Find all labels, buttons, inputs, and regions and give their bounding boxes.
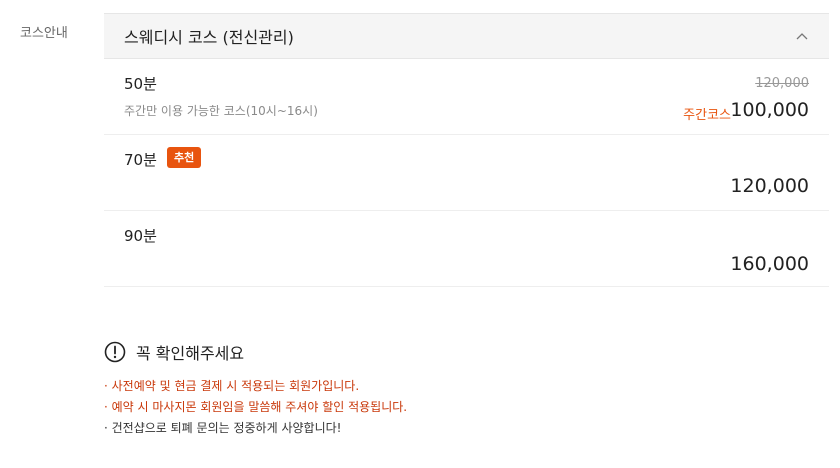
notice-list: · 사전예약 및 현금 결제 시 적용되는 회원가입니다. · 예약 시 마사지… xyxy=(104,376,407,439)
course-price: 100,000 xyxy=(730,99,809,121)
course-info-label: 코스안내 xyxy=(20,26,68,41)
course-row-70[interactable]: 70분 추천 120,000 xyxy=(104,135,829,211)
daytime-course-tag: 주간코스 xyxy=(683,108,731,123)
course-price: 120,000 xyxy=(730,175,809,197)
course-description: 주간만 이용 가능한 코스(10시~16시) xyxy=(124,104,318,118)
exclamation-circle-icon xyxy=(104,341,126,363)
notice-item: · 건전샵으로 퇴폐 문의는 정중하게 사양합니다! xyxy=(104,421,342,435)
notice-header: 꼭 확인해주세요 xyxy=(104,340,407,364)
course-duration: 50분 xyxy=(124,75,157,93)
recommend-badge: 추천 xyxy=(167,147,202,168)
notice-item: · 사전예약 및 현금 결제 시 적용되는 회원가입니다. xyxy=(104,379,360,393)
course-price: 160,000 xyxy=(730,253,809,275)
notice-title: 꼭 확인해주세요 xyxy=(136,344,245,363)
course-title: 스웨디시 코스 (전신관리) xyxy=(124,28,294,47)
course-panel: 스웨디시 코스 (전신관리) 50분 주간만 이용 가능한 코스(10시~16시… xyxy=(104,13,829,287)
course-duration: 90분 xyxy=(124,227,157,245)
course-accordion-header[interactable]: 스웨디시 코스 (전신관리) xyxy=(104,13,829,59)
notice-section: 꼭 확인해주세요 · 사전예약 및 현금 결제 시 적용되는 회원가입니다. ·… xyxy=(104,340,407,439)
notice-item: · 예약 시 마사지몬 회원임을 말씀해 주셔야 할인 적용됩니다. xyxy=(104,400,408,414)
course-row-50[interactable]: 50분 주간만 이용 가능한 코스(10시~16시) 120,000 주간코스 … xyxy=(104,59,829,135)
course-row-90[interactable]: 90분 160,000 xyxy=(104,211,829,287)
chevron-up-icon[interactable] xyxy=(795,29,809,43)
course-duration: 70분 xyxy=(124,151,157,169)
original-price: 120,000 xyxy=(755,76,809,91)
